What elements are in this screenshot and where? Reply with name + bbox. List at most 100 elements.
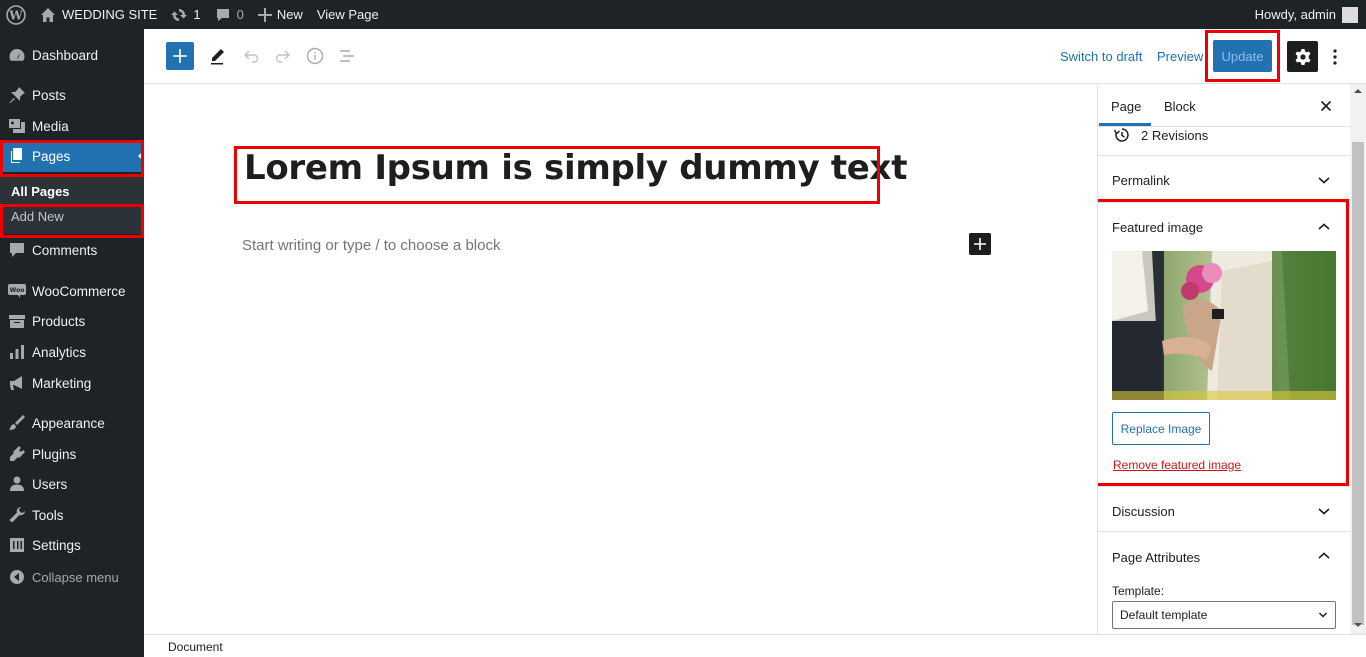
plus-icon <box>974 238 986 250</box>
scroll-down-arrow-icon[interactable] <box>1350 618 1366 632</box>
permalink-title: Permalink <box>1112 173 1170 188</box>
pin-icon <box>7 85 27 105</box>
site-name-link[interactable]: WEDDING SITE <box>33 0 164 29</box>
sidebar-item-label: Plugins <box>32 446 77 462</box>
sidebar-item-analytics[interactable]: Analytics <box>0 336 144 368</box>
my-account-link[interactable]: Howdy, admin <box>1248 0 1366 29</box>
bar-chart-icon <box>7 342 27 362</box>
sidebar-item-dashboard[interactable]: Dashboard <box>0 39 144 71</box>
template-select-value: Default template <box>1120 608 1208 622</box>
chevron-up-icon[interactable] <box>1316 219 1332 235</box>
block-inserter-button[interactable] <box>166 42 194 70</box>
updates-link[interactable]: 1 <box>164 0 207 29</box>
redo-icon <box>275 50 291 63</box>
close-sidebar-button[interactable] <box>1316 96 1336 116</box>
post-title[interactable]: Lorem Ipsum is simply dummy text <box>244 148 907 188</box>
howdy-text: Howdy, admin <box>1254 7 1336 22</box>
pages-submenu: All Pages Add New <box>0 176 144 234</box>
tab-block[interactable]: Block <box>1164 99 1196 114</box>
featured-image-preview[interactable] <box>1112 251 1336 400</box>
chevron-down-icon <box>1318 177 1330 184</box>
updates-count: 1 <box>193 7 201 22</box>
dashboard-icon <box>7 45 27 65</box>
permalink-section[interactable]: Permalink <box>1098 156 1350 203</box>
featured-image-title[interactable]: Featured image <box>1112 220 1203 235</box>
remove-featured-image-link[interactable]: Remove featured image <box>1113 458 1241 472</box>
page-attributes-title[interactable]: Page Attributes <box>1112 550 1200 565</box>
sidebar-item-plugins[interactable]: Plugins <box>0 438 144 470</box>
undo-icon <box>243 50 259 63</box>
redo-button[interactable] <box>271 44 295 68</box>
template-select[interactable]: Default template <box>1112 601 1336 629</box>
list-view-button[interactable] <box>335 44 359 68</box>
wordpress-logo-icon[interactable]: W <box>0 0 33 29</box>
history-icon <box>1114 128 1129 142</box>
replace-image-button[interactable]: Replace Image <box>1112 412 1210 445</box>
settings-button[interactable] <box>1287 41 1318 72</box>
sidebar-tabs: Page Block <box>1098 84 1350 127</box>
sidebar-item-media[interactable]: Media <box>0 110 144 142</box>
sidebar-item-appearance[interactable]: Appearance <box>0 407 144 439</box>
pages-icon <box>7 146 27 166</box>
paintbrush-icon <box>7 413 27 433</box>
details-button[interactable] <box>303 44 327 68</box>
discussion-title: Discussion <box>1112 504 1175 519</box>
update-button[interactable]: Update <box>1213 40 1272 72</box>
active-tab-indicator <box>1099 123 1151 126</box>
home-icon <box>40 7 56 23</box>
view-page-link[interactable]: View Page <box>310 0 386 29</box>
sidebar-item-label: Marketing <box>32 375 92 391</box>
plugin-icon <box>7 444 27 464</box>
tab-page[interactable]: Page <box>1111 99 1141 114</box>
switch-to-draft-button[interactable]: Switch to draft <box>1060 49 1142 64</box>
site-name: WEDDING SITE <box>62 7 158 22</box>
scroll-up-arrow-icon[interactable] <box>1350 84 1366 98</box>
list-view-icon <box>340 50 354 62</box>
sidebar-item-tools[interactable]: Tools <box>0 499 144 531</box>
sidebar-item-label: Posts <box>32 87 66 103</box>
submenu-all-pages[interactable]: All Pages <box>11 184 70 199</box>
tools-button[interactable] <box>206 44 230 68</box>
chevron-up-icon[interactable] <box>1316 548 1332 564</box>
comment-icon <box>215 7 231 23</box>
template-label: Template: <box>1112 584 1165 598</box>
new-content-link[interactable]: New <box>251 0 310 29</box>
archive-icon <box>7 311 27 331</box>
sidebar-item-marketing[interactable]: Marketing <box>0 367 144 399</box>
undo-button[interactable] <box>239 44 263 68</box>
sidebar-item-label: WooCommerce <box>32 283 126 299</box>
scroll-thumb[interactable] <box>1352 142 1364 625</box>
pencil-icon <box>211 49 224 65</box>
sidebar-item-pages[interactable]: Pages <box>0 140 144 172</box>
refresh-icon <box>171 7 188 23</box>
editor-header: Switch to draft Preview Update <box>144 29 1366 84</box>
sidebar-scrollbar[interactable] <box>1350 84 1366 634</box>
avatar <box>1342 6 1358 23</box>
sidebar-item-woocommerce[interactable]: Woo WooCommerce <box>0 275 144 307</box>
collapse-menu-button[interactable]: Collapse menu <box>0 561 144 593</box>
add-block-button[interactable] <box>969 233 991 255</box>
sidebar-item-settings[interactable]: Settings <box>0 529 144 561</box>
revisions-link[interactable]: 2 Revisions <box>1114 127 1208 143</box>
sidebar-item-comments[interactable]: Comments <box>0 234 144 266</box>
sidebar-item-users[interactable]: Users <box>0 468 144 500</box>
collapse-icon <box>7 567 27 587</box>
sidebar-item-label: Pages <box>32 148 71 164</box>
chevron-down-icon <box>1318 612 1328 618</box>
discussion-section[interactable]: Discussion <box>1098 487 1350 532</box>
woocommerce-icon: Woo <box>7 281 27 301</box>
sidebar-item-products[interactable]: Products <box>0 305 144 337</box>
sidebar-item-posts[interactable]: Posts <box>0 79 144 111</box>
comments-link[interactable]: 0 <box>208 0 251 29</box>
admin-sidebar: Dashboard Posts Media Pages All Pages Ad… <box>0 29 144 657</box>
sidebar-item-label: Appearance <box>32 415 105 431</box>
block-placeholder[interactable]: Start writing or type / to choose a bloc… <box>242 237 500 254</box>
preview-button[interactable]: Preview <box>1157 49 1203 64</box>
submenu-add-new[interactable]: Add New <box>11 209 64 224</box>
wedding-photo <box>1112 251 1336 400</box>
comment-icon <box>7 240 27 260</box>
user-icon <box>7 474 27 494</box>
editor-footer: Document <box>144 634 1366 657</box>
block-breadcrumb[interactable]: Document <box>168 640 223 654</box>
more-options-button[interactable] <box>1325 43 1345 71</box>
